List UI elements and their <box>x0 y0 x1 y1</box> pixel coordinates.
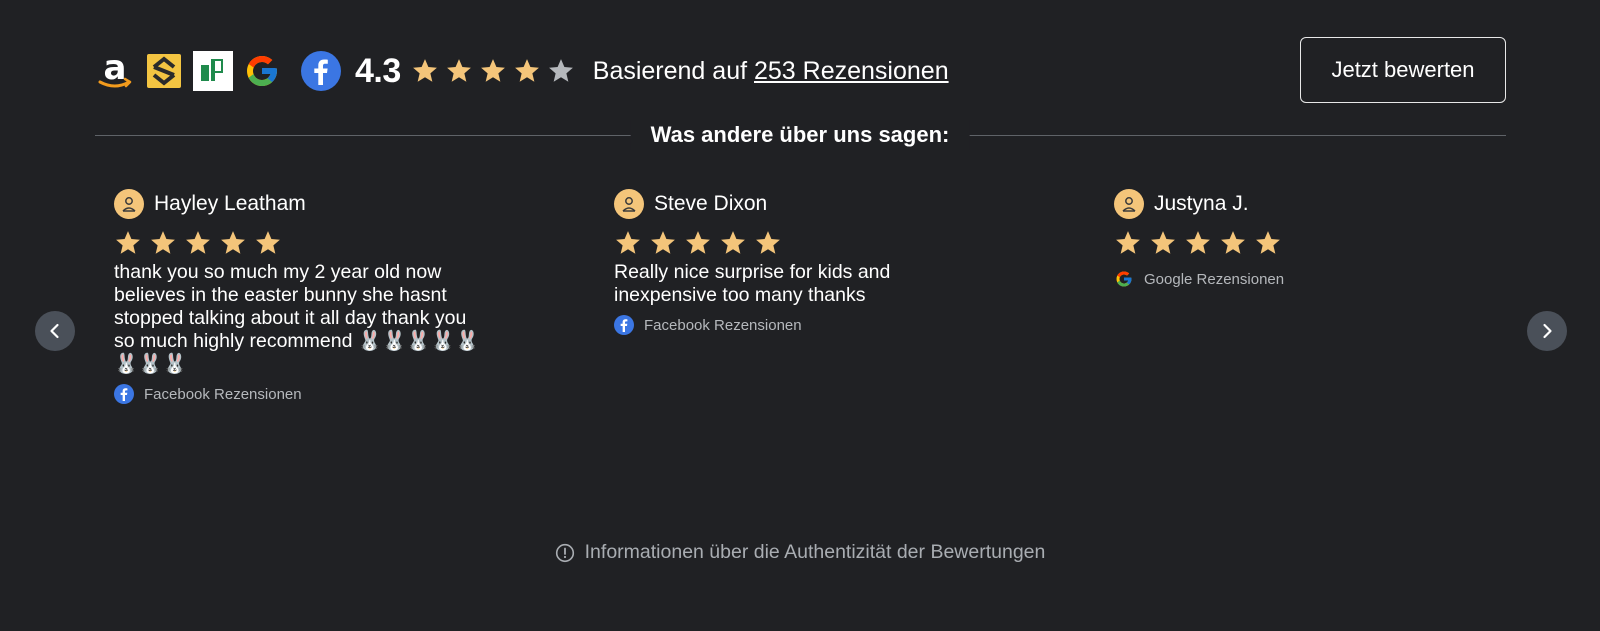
star-icon <box>686 231 710 254</box>
review-card: Steve Dixon Really nice surprise for kid… <box>614 188 994 335</box>
authenticity-info-text: Informationen über die Authentizität der… <box>584 541 1046 563</box>
review-header: Justyna J. <box>1114 188 1494 220</box>
google-icon <box>1114 269 1134 289</box>
average-rating: 4.3 <box>355 51 401 90</box>
reviews-widget: a 4.3 Basierend auf 253 Rezensionen Jetz… <box>0 0 1600 631</box>
svg-text:a: a <box>104 51 127 88</box>
star-icon <box>721 231 745 254</box>
reviews-s-icon <box>144 51 184 91</box>
review-text: Really nice surprise for kids and inexpe… <box>614 261 891 306</box>
star-icon <box>480 59 505 82</box>
platform-icons: a <box>95 51 355 91</box>
star-icon <box>548 59 573 82</box>
section-title: Was andere über uns sagen: <box>630 120 970 150</box>
review-stars <box>614 229 994 257</box>
review-source: Facebook Rezensionen <box>114 384 494 404</box>
user-icon <box>1122 197 1136 212</box>
review-stars <box>114 229 494 257</box>
info-icon <box>555 543 575 563</box>
review-stars <box>1114 229 1494 257</box>
avatar <box>114 189 144 219</box>
star-icon <box>1256 231 1280 254</box>
yell-icon <box>193 51 233 91</box>
star-icon <box>151 231 175 254</box>
review-count-link[interactable]: 253 Rezensionen <box>754 57 949 85</box>
avatar <box>1114 189 1144 219</box>
star-icon <box>1221 231 1245 254</box>
reviewer-name: Justyna J. <box>1154 192 1249 215</box>
review-source-label: Google Rezensionen <box>1144 270 1285 288</box>
review-card: Justyna J. Google Rezensionen <box>1114 188 1494 289</box>
star-icon <box>514 59 539 82</box>
carousel-prev-button[interactable] <box>35 311 75 351</box>
review-source-label: Facebook Rezensionen <box>644 316 802 334</box>
reviewer-name: Hayley Leatham <box>154 192 306 215</box>
user-icon <box>122 197 136 212</box>
facebook-icon <box>114 384 134 404</box>
star-icon <box>116 231 140 254</box>
reviewer-name: Steve Dixon <box>654 192 768 215</box>
star-icon <box>1151 231 1175 254</box>
user-icon <box>622 197 636 212</box>
review-text: thank you so much my 2 year old now beli… <box>114 261 480 375</box>
review-source-label: Facebook Rezensionen <box>144 385 302 403</box>
review-header: Hayley Leatham <box>114 188 494 220</box>
star-icon <box>1186 231 1210 254</box>
average-rating-stars <box>411 57 581 85</box>
review-header: Steve Dixon <box>614 188 994 220</box>
star-icon <box>446 59 471 82</box>
chevron-left-icon <box>50 323 59 339</box>
star-icon <box>412 59 437 82</box>
facebook-icon <box>614 315 634 335</box>
review-card: Hayley Leatham thank you so much my 2 ye… <box>114 188 494 404</box>
star-icon <box>1116 231 1140 254</box>
based-on-text: Basierend auf 253 Rezensionen <box>593 57 949 86</box>
review-source: Facebook Rezensionen <box>614 315 994 335</box>
google-icon <box>242 51 282 91</box>
star-icon <box>651 231 675 254</box>
star-icon <box>616 231 640 254</box>
avatar <box>614 189 644 219</box>
based-on-prefix: Basierend auf <box>592 56 748 85</box>
chevron-right-icon <box>1543 323 1552 339</box>
amazon-icon: a <box>95 51 135 91</box>
carousel-next-button[interactable] <box>1527 311 1567 351</box>
authenticity-info-link[interactable]: Informationen über die Authentizität der… <box>0 541 1600 564</box>
facebook-icon <box>301 51 341 91</box>
star-icon <box>186 231 210 254</box>
star-icon <box>221 231 245 254</box>
review-source: Google Rezensionen <box>1114 269 1494 289</box>
rate-now-button[interactable]: Jetzt bewerten <box>1300 37 1506 103</box>
rating-summary: a 4.3 Basierend auf 253 Rezensionen <box>95 50 949 92</box>
star-icon <box>756 231 780 254</box>
star-icon <box>256 231 280 254</box>
